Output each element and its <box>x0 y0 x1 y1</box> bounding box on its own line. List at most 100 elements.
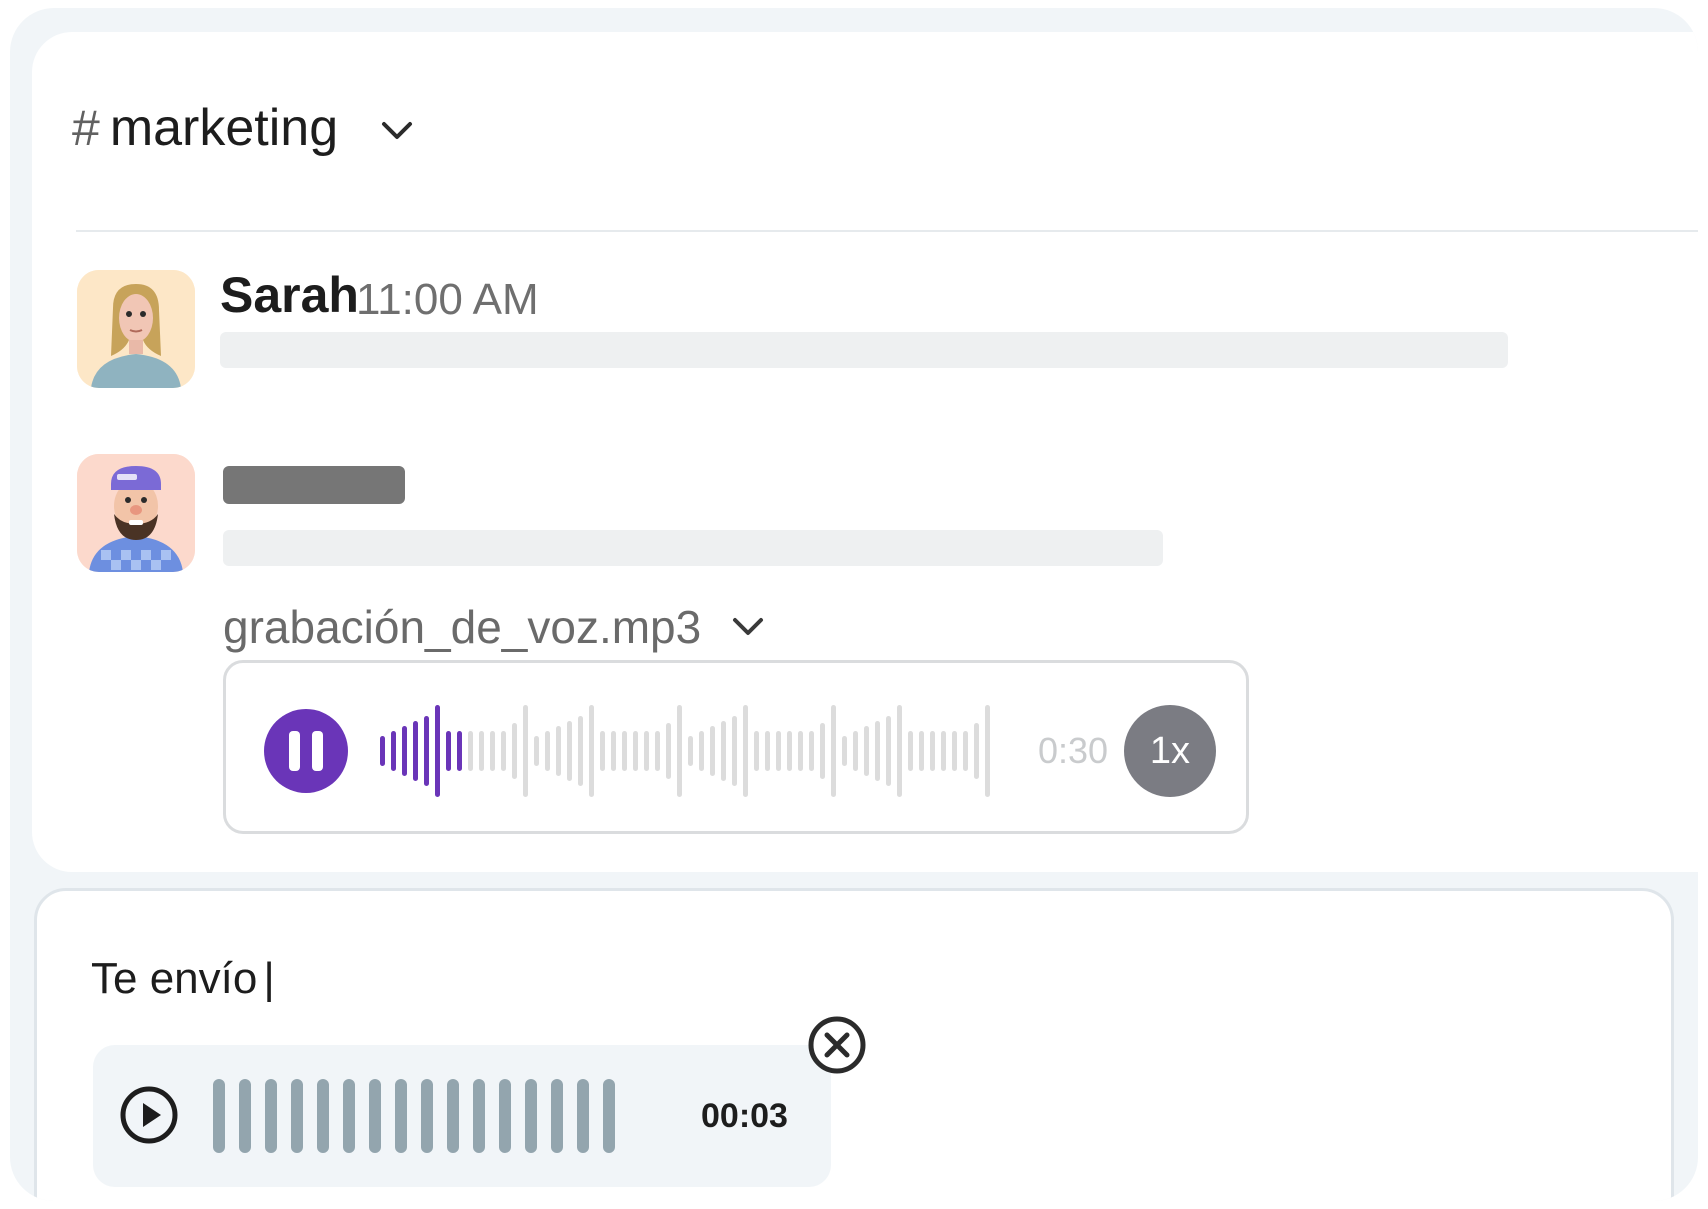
waveform-bar <box>239 1079 251 1153</box>
waveform-bar <box>600 731 605 771</box>
waveform-bar <box>842 736 847 766</box>
message-timestamp: 11:00 AM <box>356 275 539 324</box>
waveform-bar <box>551 1079 563 1153</box>
waveform-bar <box>501 731 506 771</box>
waveform-bar <box>754 731 759 771</box>
message-text-placeholder <box>220 332 1508 368</box>
waveform-bar <box>424 716 429 786</box>
voice-attachment: 00:03 <box>93 1045 831 1187</box>
waveform-bar <box>699 731 704 771</box>
waveform-bar <box>343 1079 355 1153</box>
waveform-bar <box>963 731 968 771</box>
audio-player: 0:30 1x <box>223 660 1249 834</box>
waveform-bar <box>644 731 649 771</box>
waveform-bar <box>457 731 462 771</box>
waveform-bar <box>809 731 814 771</box>
waveform-bar <box>567 721 572 781</box>
composer-text: Te envío <box>91 954 258 1003</box>
waveform-bar <box>479 731 484 771</box>
waveform-bar <box>380 736 385 766</box>
waveform-bar <box>864 726 869 776</box>
waveform-bar <box>897 705 902 797</box>
waveform-bar <box>446 731 451 771</box>
waveform-bar <box>490 731 495 771</box>
waveform-bar <box>473 1079 485 1153</box>
waveform-bar <box>908 731 913 771</box>
message-author[interactable]: Sarah <box>220 270 359 320</box>
waveform-bar <box>941 731 946 771</box>
waveform-bar <box>577 1079 589 1153</box>
message-panel: # marketing Sarah 11:00 AM grabación_de_… <box>32 32 1698 872</box>
waveform-bar <box>499 1079 511 1153</box>
avatar[interactable] <box>77 270 195 388</box>
waveform-bar <box>213 1079 225 1153</box>
header-divider <box>76 230 1698 232</box>
waveform-bar <box>732 716 737 786</box>
waveform-bar <box>853 731 858 771</box>
waveform-bar <box>710 726 715 776</box>
waveform-bar <box>435 705 440 797</box>
waveform-bar <box>468 731 473 771</box>
avatar-woman-icon <box>77 270 195 388</box>
waveform-bar <box>677 705 682 797</box>
attachment-waveform <box>213 1079 615 1153</box>
play-icon[interactable] <box>119 1085 179 1145</box>
waveform-bar <box>265 1079 277 1153</box>
waveform-bar <box>556 726 561 776</box>
waveform-bar <box>545 731 550 771</box>
audio-duration: 0:30 <box>1038 730 1109 771</box>
waveform-bar <box>985 705 990 797</box>
message-text-placeholder <box>223 530 1163 566</box>
audio-waveform[interactable] <box>376 703 1008 799</box>
waveform-bar <box>447 1079 459 1153</box>
waveform-bar <box>919 731 924 771</box>
waveform-bar <box>512 723 517 779</box>
waveform-bar <box>886 716 891 786</box>
waveform-bar <box>622 731 627 771</box>
attachment-duration: 00:03 <box>701 1097 788 1135</box>
app-frame: # marketing Sarah 11:00 AM grabación_de_… <box>10 8 1698 1201</box>
pause-button[interactable] <box>264 709 348 793</box>
channel-header[interactable]: # marketing <box>72 102 414 154</box>
waveform-bar <box>633 731 638 771</box>
waveform-bar <box>369 1079 381 1153</box>
waveform-bar <box>391 731 396 771</box>
waveform-bar <box>776 731 781 771</box>
composer-input[interactable]: Te envío | <box>91 957 275 1001</box>
avatar[interactable] <box>77 454 195 572</box>
waveform-bar <box>688 736 693 766</box>
waveform-bar <box>317 1079 329 1153</box>
waveform-bar <box>831 705 836 797</box>
playback-speed-button[interactable]: 1x <box>1124 705 1216 797</box>
channel-name: marketing <box>109 99 339 157</box>
file-name[interactable]: grabación_de_voz.mp3 <box>223 604 701 650</box>
file-attachment-header[interactable]: grabación_de_voz.mp3 <box>223 604 765 650</box>
waveform-bar <box>421 1079 433 1153</box>
waveform-bar <box>930 731 935 771</box>
waveform-bar <box>578 716 583 786</box>
waveform-bar <box>611 731 616 771</box>
waveform-bar <box>525 1079 537 1153</box>
waveform-bar <box>820 723 825 779</box>
avatar-man-icon <box>77 454 195 572</box>
waveform-bar <box>952 731 957 771</box>
text-caret: | <box>263 954 275 1003</box>
message-composer[interactable]: Te envío | 00:03 <box>34 888 1674 1201</box>
waveform-bar <box>787 731 792 771</box>
waveform-bar <box>413 721 418 781</box>
waveform-bar <box>798 731 803 771</box>
waveform-bar <box>765 731 770 771</box>
channel-hash-icon: # <box>72 100 100 156</box>
chevron-down-icon[interactable] <box>731 616 765 638</box>
close-icon[interactable] <box>807 1015 867 1075</box>
waveform-bar <box>974 723 979 779</box>
chevron-down-icon[interactable] <box>380 120 414 142</box>
waveform-bar <box>655 731 660 771</box>
waveform-bar <box>395 1079 407 1153</box>
waveform-bar <box>589 705 594 797</box>
waveform-bar <box>721 721 726 781</box>
waveform-bar <box>402 726 407 776</box>
waveform-bar <box>534 736 539 766</box>
waveform-bar <box>523 705 528 797</box>
waveform-bar <box>666 723 671 779</box>
